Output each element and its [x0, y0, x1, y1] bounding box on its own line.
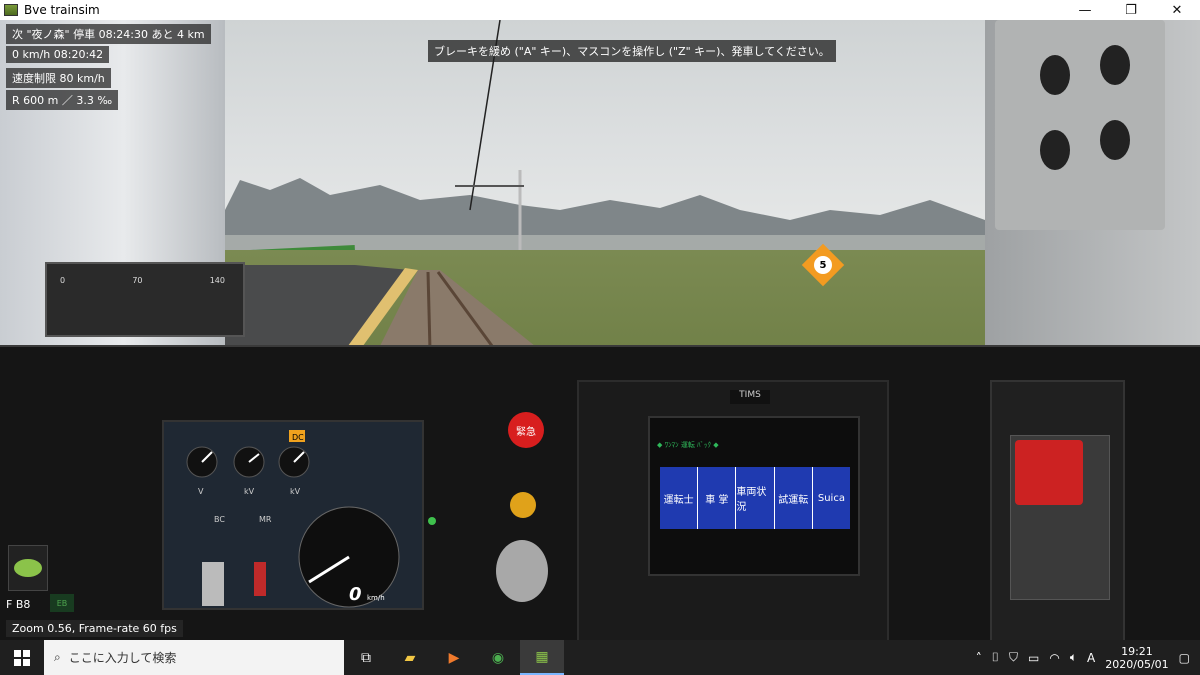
- mr-label: MR: [259, 515, 272, 524]
- meter-scale-mid: 70: [132, 276, 143, 285]
- kv-label-2: kV: [290, 487, 301, 496]
- minimize-button[interactable]: —: [1062, 0, 1108, 20]
- chrome-icon[interactable]: ◉: [476, 640, 520, 675]
- green-indicator-lamp: [428, 517, 436, 525]
- battery-icon[interactable]: ▭: [1028, 651, 1039, 665]
- hud-next-stop: 次 "夜ノ森" 停車 08:24:30 あと 4 km: [6, 24, 211, 44]
- speed-unit: km/h: [367, 594, 385, 602]
- search-placeholder: ここに入力して検索: [68, 651, 177, 665]
- window-title: Bve trainsim: [24, 3, 100, 17]
- emergency-button[interactable]: 緊急: [508, 412, 544, 448]
- tims-menu: 運転士 車 掌 車両状況 試運転 Suica: [660, 467, 850, 529]
- tims-menu-conductor[interactable]: 車 掌: [698, 467, 737, 529]
- hud-zoom-fps: Zoom 0.56, Frame-rate 60 fps: [6, 620, 183, 637]
- tims-menu-test[interactable]: 試運転: [775, 467, 813, 529]
- tims-menu-driver[interactable]: 運転士: [660, 467, 699, 529]
- windows-taskbar: ⌕ ここに入力して検索 ⧉ ▰ ▶ ◉ ▦ ˄ ⌷ ⛉ ▭ ◠ 🔈︎ A 19:…: [0, 640, 1200, 675]
- clock[interactable]: 19:21 2020/05/01: [1105, 645, 1168, 671]
- simulator-viewport[interactable]: 0 70 140 5 DC V kV kV BC MR 0 km/h 緊急 TI…: [0, 20, 1200, 640]
- rail-left: [426, 271, 432, 351]
- plate-hole: [1100, 45, 1130, 85]
- eb-indicator: EB: [50, 594, 74, 612]
- train-icon-svg: [14, 559, 42, 577]
- signal-plate: [995, 20, 1165, 230]
- dc-label: DC: [292, 433, 304, 442]
- notification-icon[interactable]: ▢: [1179, 651, 1190, 665]
- hud-curve-grade: R 600 m ／ 3.3 ‰: [6, 90, 119, 110]
- tims-status: ◆ ﾜﾝﾏﾝ 運転 ﾊﾞｯｸ ◆: [657, 441, 719, 449]
- bve-window: Bve trainsim — ❐ ✕ 0 70 140 5 DC V kV kV…: [0, 0, 1200, 675]
- notch-indicator: F B8: [6, 598, 31, 611]
- volume-icon[interactable]: 🔈︎: [1070, 650, 1077, 665]
- bc-label: BC: [214, 515, 225, 524]
- ime-indicator[interactable]: A: [1087, 651, 1095, 665]
- gauges-svg: DC V kV kV BC MR 0 km/h: [186, 430, 400, 608]
- pressure-meter: [45, 262, 245, 337]
- reverser-knob[interactable]: [496, 540, 548, 602]
- voltage-label: V: [198, 487, 204, 496]
- system-tray: ˄ ⌷ ⛉ ▭ ◠ 🔈︎ A 19:21 2020/05/01 ▢: [976, 645, 1200, 671]
- train-status-icon: [8, 545, 48, 591]
- meter-scale-max: 140: [209, 276, 225, 285]
- mr-bar: [254, 562, 266, 596]
- task-view-icon[interactable]: ⧉: [344, 640, 388, 675]
- speed-sign-value: 5: [814, 256, 832, 274]
- bve-taskbar-icon[interactable]: ▦: [520, 640, 564, 675]
- hud-speed-limit: 速度制限 80 km/h: [6, 68, 111, 88]
- train-icon-shape: [14, 559, 42, 577]
- start-button[interactable]: [0, 640, 44, 675]
- maximize-button[interactable]: ❐: [1108, 0, 1154, 20]
- plate-hole: [1040, 55, 1070, 95]
- speed-readout: 0: [349, 584, 362, 605]
- clock-date: 2020/05/01: [1105, 657, 1169, 671]
- tray-chevron-icon[interactable]: ˄: [976, 651, 982, 665]
- hud-message: ブレーキを緩め ("A" キー)、マスコンを操作し ("Z" キー)、発車してく…: [428, 40, 836, 62]
- tims-label: TIMS: [730, 390, 770, 404]
- speedometer-panel: DC V kV kV BC MR 0 km/h: [162, 420, 424, 610]
- meter-scale-min: 0: [60, 276, 66, 285]
- close-button[interactable]: ✕: [1154, 0, 1200, 20]
- clock-time: 19:21: [1121, 644, 1153, 658]
- kv-label-1: kV: [244, 487, 255, 496]
- media-player-icon[interactable]: ▶: [432, 640, 476, 675]
- plate-hole: [1100, 120, 1130, 160]
- taskbar-search[interactable]: ⌕ ここに入力して検索: [44, 640, 344, 675]
- wifi-icon[interactable]: ◠: [1049, 651, 1059, 665]
- search-icon: ⌕: [54, 650, 61, 664]
- amber-lamp: [510, 492, 536, 518]
- bc-bar: [202, 562, 224, 606]
- tims-menu-suica[interactable]: Suica: [813, 467, 850, 529]
- title-bar: Bve trainsim — ❐ ✕: [0, 0, 1200, 20]
- tims-menu-status[interactable]: 車両状況: [736, 467, 775, 529]
- shield-icon[interactable]: ⛉: [1009, 650, 1018, 665]
- usb-icon[interactable]: ⌷: [992, 650, 999, 665]
- meter-scale: 0 70 140: [60, 276, 225, 288]
- windows-icon: [14, 649, 30, 666]
- app-icon: [4, 4, 18, 16]
- hud-speed-time: 0 km/h 08:20:42: [6, 46, 110, 63]
- radio-dial[interactable]: [1015, 440, 1083, 505]
- plate-hole: [1040, 130, 1070, 170]
- file-explorer-icon[interactable]: ▰: [388, 640, 432, 675]
